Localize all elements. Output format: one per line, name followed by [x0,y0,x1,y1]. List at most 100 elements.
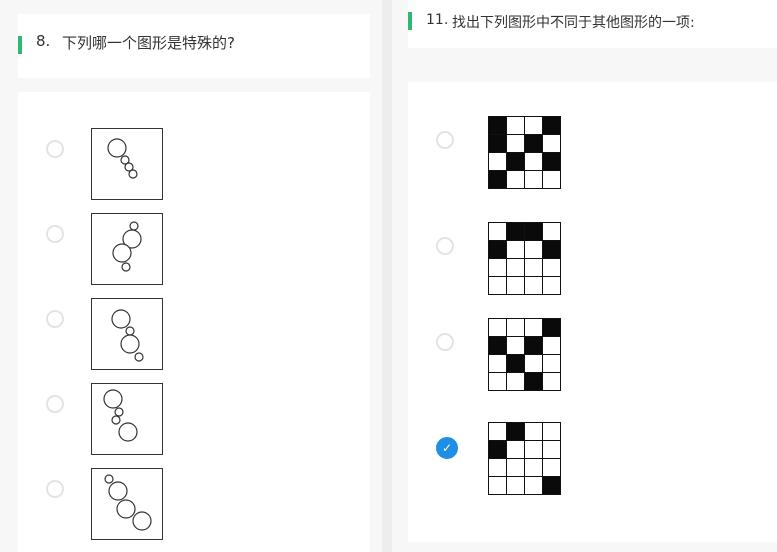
question-11-options: ✓ [408,82,777,542]
option-a[interactable] [18,92,370,200]
question-11-header: 11. 找出下列图形中不同于其他图形的一项: [408,0,777,48]
radio-button[interactable] [436,131,454,149]
radio-button[interactable] [436,237,454,255]
grid-cell-empty [525,355,543,373]
radio-button[interactable] [436,333,454,351]
grid-cell-empty [525,153,543,171]
grid-cell-empty [525,423,543,441]
grid-cell-filled [489,441,507,459]
grid-cell-empty [525,171,543,189]
pattern-grid [488,116,561,189]
grid-cell-empty [543,441,561,459]
grid-cell-filled [507,223,525,241]
pattern-grid [488,422,561,495]
question-8-options [18,92,370,552]
grid-cell-empty [489,423,507,441]
pattern-grid [488,318,561,391]
option-e[interactable] [18,432,370,540]
question-8-panel: 8. 下列哪一个图形是特殊的? [0,0,382,552]
option-c[interactable] [408,318,777,408]
option-d[interactable] [18,347,370,455]
question-8-header: 8. 下列哪一个图形是特殊的? [18,14,370,78]
grid-cell-empty [489,259,507,277]
grid-cell-filled [489,135,507,153]
grid-cell-empty [507,241,525,259]
grid-cell-empty [507,337,525,355]
grid-cell-empty [507,135,525,153]
question-accent-bar [408,12,412,30]
grid-cell-empty [507,477,525,495]
grid-cell-filled [543,117,561,135]
grid-cell-filled [543,477,561,495]
question-number: 11. [426,12,449,28]
figure-image [91,468,163,540]
grid-cell-empty [489,355,507,373]
grid-cell-empty [525,277,543,295]
question-text: 找出下列图形中不同于其他图形的一项: [452,15,695,31]
option-a[interactable] [408,116,777,206]
grid-cell-filled [543,241,561,259]
grid-cell-empty [525,319,543,337]
grid-cell-empty [489,153,507,171]
grid-cell-filled [525,373,543,391]
checkmark-icon: ✓ [441,441,453,455]
grid-cell-filled [489,171,507,189]
radio-button[interactable] [46,480,64,498]
grid-cell-filled [507,423,525,441]
grid-cell-empty [507,277,525,295]
grid-cell-filled [543,153,561,171]
grid-cell-empty [507,319,525,337]
grid-cell-filled [507,153,525,171]
grid-cell-filled [525,135,543,153]
grid-cell-filled [543,319,561,337]
grid-cell-empty [525,441,543,459]
grid-cell-empty [507,171,525,189]
radio-button[interactable] [46,225,64,243]
grid-cell-empty [489,277,507,295]
grid-cell-empty [525,241,543,259]
radio-button[interactable] [46,310,64,328]
question-number: 8. [36,32,51,50]
question-text: 下列哪一个图形是特殊的? [62,34,235,52]
grid-cell-empty [543,259,561,277]
grid-cell-empty [507,441,525,459]
grid-cell-empty [507,117,525,135]
question-11-panel: 11. 找出下列图形中不同于其他图形的一项: ✓ [392,0,777,552]
grid-cell-empty [543,355,561,373]
option-c[interactable] [18,262,370,370]
radio-button[interactable] [46,395,64,413]
option-d[interactable]: ✓ [408,422,777,512]
grid-cell-empty [489,477,507,495]
grid-cell-empty [507,373,525,391]
grid-cell-filled [489,117,507,135]
grid-cell-filled [525,337,543,355]
grid-cell-empty [543,223,561,241]
grid-cell-empty [543,171,561,189]
grid-cell-empty [525,117,543,135]
grid-cell-empty [489,373,507,391]
grid-cell-empty [543,135,561,153]
question-accent-bar [18,36,22,54]
grid-cell-empty [543,459,561,477]
circles-figure [104,474,152,531]
grid-cell-empty [489,223,507,241]
grid-cell-filled [489,241,507,259]
grid-cell-filled [507,355,525,373]
grid-cell-filled [489,337,507,355]
grid-cell-empty [543,277,561,295]
grid-cell-empty [507,259,525,277]
pattern-grid [488,222,561,295]
grid-cell-empty [489,319,507,337]
radio-button[interactable] [46,140,64,158]
grid-cell-empty [489,459,507,477]
grid-cell-empty [543,337,561,355]
radio-button-selected[interactable]: ✓ [436,437,458,459]
grid-cell-empty [543,373,561,391]
grid-cell-empty [525,459,543,477]
grid-cell-empty [525,259,543,277]
option-b[interactable] [408,222,777,312]
grid-cell-empty [543,423,561,441]
grid-cell-filled [525,223,543,241]
grid-cell-empty [525,477,543,495]
option-b[interactable] [18,177,370,285]
